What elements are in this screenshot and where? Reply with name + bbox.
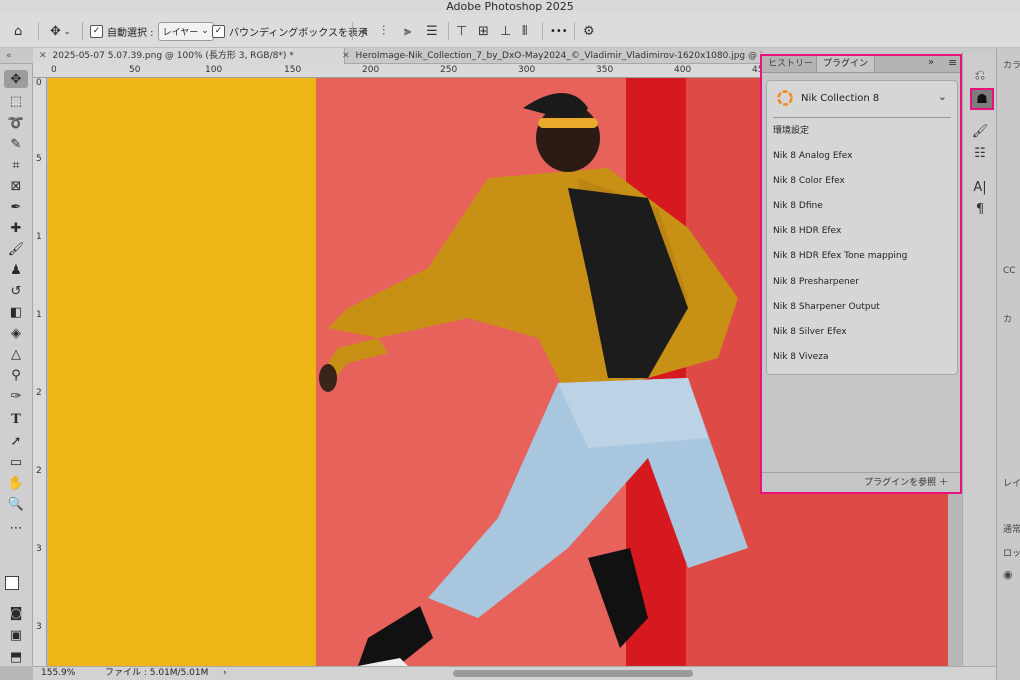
plugin-item[interactable]: Nik 8 HDR Efex — [773, 223, 841, 239]
checkmark-icon: ✓ — [90, 24, 103, 38]
plugin-item[interactable]: Nik 8 Presharpener — [773, 274, 859, 290]
plugin-item[interactable]: Nik 8 Sharpener Output — [773, 299, 880, 315]
zoom-tool-icon[interactable]: 🔍 — [4, 495, 28, 513]
panel-dock-strip: ⎌ ☗ 🖌 ☷ A| ¶ — [962, 52, 996, 666]
panel-tabs: ヒストリー プラグイン » ≡ — [762, 56, 960, 73]
collapse-icon[interactable]: « — [6, 48, 12, 64]
bounding-box-checkbox[interactable]: ✓ バウンディングボックスを表示 — [212, 14, 368, 48]
close-icon[interactable]: ✕ — [342, 51, 350, 61]
tab-document-2[interactable]: ✕ HeroImage-Nik_Collection_7_by_DxO-May20… — [338, 48, 762, 64]
app-title: Adobe Photoshop 2025 — [0, 0, 1020, 14]
plugin-item[interactable]: Nik 8 Viveza — [773, 349, 828, 365]
plugin-item[interactable]: Nik 8 Analog Efex — [773, 148, 852, 164]
frame-tool-icon[interactable]: ⊠ — [4, 177, 28, 195]
distribute-icon[interactable]: ☰ — [426, 14, 438, 48]
paragraph-panel-icon[interactable]: ¶ — [970, 200, 990, 218]
chevron-down-icon[interactable]: ⌄ — [938, 90, 947, 103]
healing-brush-tool-icon[interactable]: ✚ — [4, 219, 28, 237]
type-tool-icon[interactable]: T — [4, 410, 28, 428]
plugin-item-preferences[interactable]: 環境設定 — [773, 123, 809, 139]
history-brush-tool-icon[interactable]: ↺ — [4, 282, 28, 300]
lasso-tool-icon[interactable]: ➰ — [4, 114, 28, 132]
browse-plugins-button[interactable]: プラグインを参照 ＋ — [762, 472, 960, 492]
double-chevron-right-icon[interactable]: » — [928, 57, 934, 68]
pen-tool-icon[interactable]: ✑ — [4, 387, 28, 405]
marquee-tool-icon[interactable]: ⬚ — [4, 92, 28, 110]
nik-collection-logo-icon — [777, 90, 793, 106]
plugins-panel: ヒストリー プラグイン » ≡ Nik Collection 8 ⌄ 環境設定 … — [760, 54, 962, 494]
plugins-panel-icon[interactable]: ☗ — [970, 88, 994, 110]
move-tool-preset-icon[interactable]: ✥ ⌄ — [50, 14, 71, 48]
share-icon[interactable]: ⬒ — [4, 648, 28, 666]
paint-bucket-tool-icon[interactable]: ◈ — [4, 324, 28, 342]
hand-tool-icon[interactable]: ✋ — [4, 474, 28, 492]
status-arrow-icon[interactable]: › — [223, 667, 227, 680]
plugin-item[interactable]: Nik 8 HDR Efex Tone mapping — [773, 248, 907, 264]
hamburger-icon[interactable]: ≡ — [948, 56, 957, 69]
status-bar: 155.9% ファイル : 5.01M/5.01M › — [33, 666, 996, 680]
toolbox: ✥ ⬚ ➰ ✎ ⌗ ⊠ ✒ ✚ 🖌 ♟ ↺ ◧ ◈ △ ⚲ ✑ T ➚ ▭ ✋ … — [0, 64, 33, 666]
crop-tool-icon[interactable]: ⌗ — [4, 156, 28, 174]
align-center-icon[interactable]: ⫶ — [382, 14, 385, 48]
close-icon[interactable]: ✕ — [39, 51, 47, 61]
eraser-tool-icon[interactable]: ◧ — [4, 303, 28, 321]
eyedropper-tool-icon[interactable]: ✒ — [4, 198, 28, 216]
plugin-item[interactable]: Nik 8 Color Efex — [773, 173, 845, 189]
align-right-icon[interactable]: ⫸ — [404, 14, 411, 48]
distribute-vertical-icon[interactable]: ⫴ — [522, 14, 527, 48]
auto-select-label: 自動選択 : — [107, 27, 154, 39]
history-panel-icon[interactable]: ⎌ — [970, 66, 990, 84]
blend-mode-select[interactable]: 通常 — [1003, 522, 1020, 535]
ruler-left: 0 5 1 1 2 2 3 3 — [33, 78, 47, 666]
dodge-tool-icon[interactable]: ⚲ — [4, 366, 28, 384]
align-bottom-icon[interactable]: ⊥ — [500, 14, 511, 48]
foreground-color-swatch[interactable] — [5, 576, 19, 590]
eye-icon[interactable]: ◉ — [1003, 568, 1013, 581]
auto-select-checkbox[interactable]: ✓ 自動選択 : レイヤー ⌄ — [90, 14, 214, 48]
options-bar: ⌂ ✥ ⌄ ✓ 自動選択 : レイヤー ⌄ ✓ バウンディングボックスを表示 ⫷ ⫶… — [0, 14, 1020, 48]
layers-panel-label[interactable]: レイ — [1003, 476, 1020, 489]
auto-select-dropdown[interactable]: レイヤー ⌄ — [157, 21, 214, 41]
quick-mask-icon[interactable]: ◙ — [4, 604, 28, 622]
more-tools-icon[interactable]: ⋯ — [4, 519, 28, 537]
bounding-box-label: バウンディングボックスを表示 — [229, 27, 368, 39]
path-select-tool-icon[interactable]: ➚ — [4, 432, 28, 450]
move-tool-icon[interactable]: ✥ — [4, 70, 28, 88]
checkmark-icon: ✓ — [212, 24, 225, 38]
lock-label: ロック — [1003, 549, 1020, 559]
brush-settings-icon[interactable]: 🖌 — [970, 122, 990, 140]
gear-icon[interactable]: ⚙ — [583, 14, 595, 48]
rectangle-tool-icon[interactable]: ▭ — [4, 453, 28, 471]
tab-plugins[interactable]: プラグイン — [816, 56, 876, 72]
plugin-group-header[interactable]: Nik Collection 8 ⌄ — [767, 81, 957, 115]
stamp-tool-icon[interactable]: ♟ — [4, 261, 28, 279]
plugin-item[interactable]: Nik 8 Dfine — [773, 198, 823, 214]
divider — [773, 117, 951, 118]
zoom-level[interactable]: 155.9% — [41, 667, 75, 680]
plugin-list-box: Nik Collection 8 ⌄ 環境設定 Nik 8 Analog Efe… — [766, 80, 958, 375]
home-icon[interactable]: ⌂ — [14, 14, 22, 48]
align-top-icon[interactable]: ⊤ — [456, 14, 467, 48]
blur-tool-icon[interactable]: △ — [4, 345, 28, 363]
align-left-icon[interactable]: ⫷ — [360, 14, 367, 48]
color-panel-label[interactable]: カラ — [1003, 58, 1020, 71]
horizontal-scrollbar[interactable] — [453, 670, 693, 677]
character-panel-icon[interactable]: A| — [970, 178, 990, 196]
plugin-group-title: Nik Collection 8 — [801, 92, 880, 104]
cc-panel-label[interactable]: CC — [1003, 266, 1016, 276]
properties-label[interactable]: カ — [1003, 312, 1012, 325]
more-options-button[interactable]: ••• — [550, 14, 568, 48]
align-middle-icon[interactable]: ⊞ — [478, 14, 489, 48]
screen-mode-icon[interactable]: ▣ — [4, 626, 28, 644]
tab-history[interactable]: ヒストリー — [762, 56, 819, 72]
tab-document-1[interactable]: ✕ 2025-05-07 5.07.39.png @ 100% (長方形 3, R… — [33, 48, 345, 64]
right-panels: カラ CC カ レイ 通常 ロック ◉ — [996, 48, 1020, 680]
brush-tool-icon[interactable]: 🖌 — [4, 240, 28, 258]
file-size: ファイル : 5.01M/5.01M — [105, 668, 209, 678]
plugin-item[interactable]: Nik 8 Silver Efex — [773, 324, 847, 340]
quick-select-tool-icon[interactable]: ✎ — [4, 135, 28, 153]
adjustments-icon[interactable]: ☷ — [970, 144, 990, 162]
